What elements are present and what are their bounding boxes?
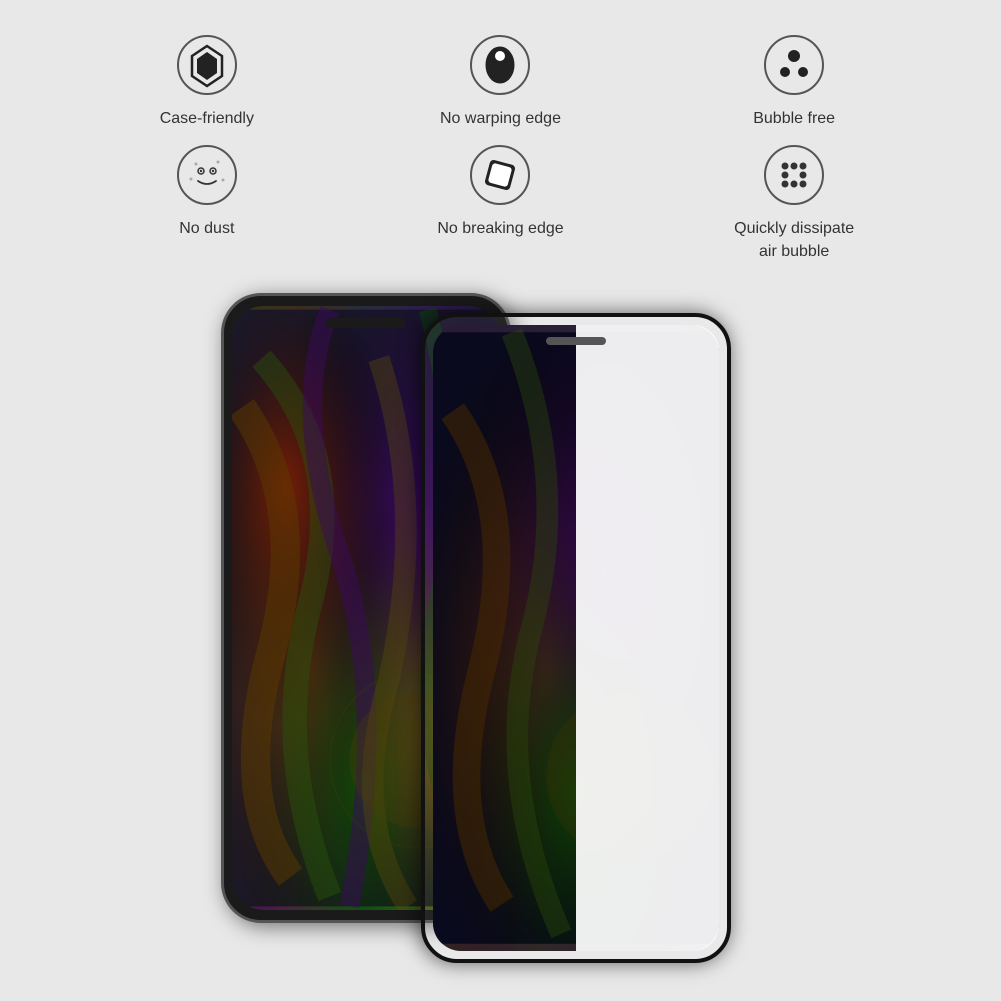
quickly-dissipate-label: Quickly dissipateair bubble bbox=[734, 218, 854, 263]
no-breaking-edge-label: No breaking edge bbox=[437, 218, 563, 240]
bubble-free-label: Bubble free bbox=[753, 108, 835, 130]
feature-no-warping-edge: No warping edge bbox=[354, 30, 648, 130]
feature-case-friendly: Case-friendly bbox=[60, 30, 354, 130]
glass-white-right bbox=[576, 325, 719, 951]
no-breaking-edge-icon bbox=[465, 140, 535, 210]
case-friendly-icon bbox=[172, 30, 242, 100]
features-grid: Case-friendly No warping edge Bubble fre… bbox=[0, 0, 1001, 283]
no-dust-label: No dust bbox=[179, 218, 234, 240]
quickly-dissipate-icon bbox=[759, 140, 829, 210]
phone-notch bbox=[326, 318, 406, 328]
feature-no-dust: No dust bbox=[60, 140, 354, 263]
feature-quickly-dissipate: Quickly dissipateair bubble bbox=[647, 140, 941, 263]
no-dust-icon bbox=[172, 140, 242, 210]
no-warping-edge-label: No warping edge bbox=[440, 108, 561, 130]
no-warping-edge-icon bbox=[465, 30, 535, 100]
screen-protector-glass bbox=[421, 313, 731, 963]
feature-no-breaking-edge: No breaking edge bbox=[354, 140, 648, 263]
bubble-free-icon bbox=[759, 30, 829, 100]
phone-wrapper bbox=[221, 293, 781, 973]
feature-bubble-free: Bubble free bbox=[647, 30, 941, 130]
case-friendly-label: Case-friendly bbox=[160, 108, 254, 130]
glass-notch bbox=[546, 337, 606, 345]
product-image-container bbox=[0, 293, 1001, 973]
